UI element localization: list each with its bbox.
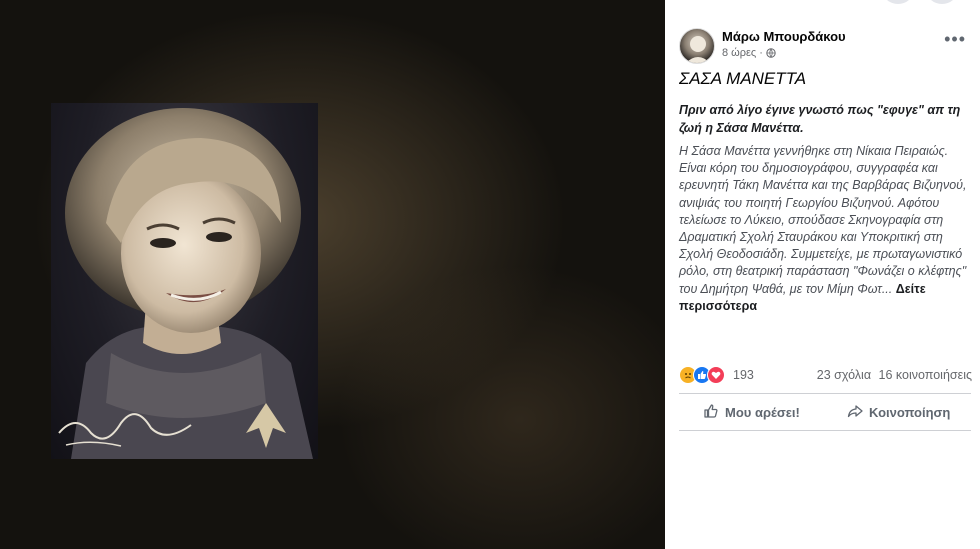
meta-separator: ·: [759, 47, 763, 59]
globe-icon: [766, 48, 776, 58]
reactions-summary[interactable]: 193: [679, 366, 754, 384]
post-photo[interactable]: [51, 103, 318, 459]
post-meta: 8 ώρες ·: [722, 47, 776, 59]
reactions-count: 193: [733, 368, 754, 382]
divider: [679, 393, 971, 394]
photo-viewer: [0, 0, 665, 549]
avatar[interactable]: [679, 28, 715, 64]
post-body-text: Η Σάσα Μανέττα γεννήθηκε στη Νίκαια Πειρ…: [679, 144, 967, 296]
portrait-illustration: [58, 108, 313, 459]
like-button[interactable]: Μου αρέσει!: [703, 403, 800, 422]
post-title: ΣΑΣΑ ΜΑΝΕΤΤΑ: [679, 69, 807, 88]
shares-count[interactable]: 16 κοινοποιήσεις: [879, 368, 972, 382]
post-time[interactable]: 8 ώρες: [722, 47, 756, 59]
post-body: Η Σάσα Μανέττα γεννήθηκε στη Νίκαια Πειρ…: [679, 143, 975, 315]
share-arrow-icon: [847, 403, 863, 422]
share-button-label: Κοινοποίηση: [869, 405, 951, 420]
more-options-icon[interactable]: •••: [944, 30, 966, 48]
engagement-counts: 23 σχόλια 16 κοινοποιήσεις: [813, 368, 972, 382]
post-lead: Πριν από λίγο έγινε γνωστό πως "εφυγε" α…: [679, 103, 961, 135]
top-control-circle[interactable]: [927, 0, 957, 4]
like-button-label: Μου αρέσει!: [725, 405, 800, 420]
share-button[interactable]: Κοινοποίηση: [847, 403, 950, 422]
love-reaction-icon: [707, 366, 725, 384]
post-author[interactable]: Μάρω Μπουρδάκου: [722, 29, 846, 44]
comments-count[interactable]: 23 σχόλια: [817, 368, 871, 382]
post-panel: Μάρω Μπουρδάκου 8 ώρες · ••• ΣΑΣΑ ΜΑΝΕΤΤ…: [665, 0, 980, 549]
top-control-circle[interactable]: [883, 0, 913, 4]
thumbs-up-icon: [703, 403, 719, 422]
divider: [679, 430, 971, 431]
